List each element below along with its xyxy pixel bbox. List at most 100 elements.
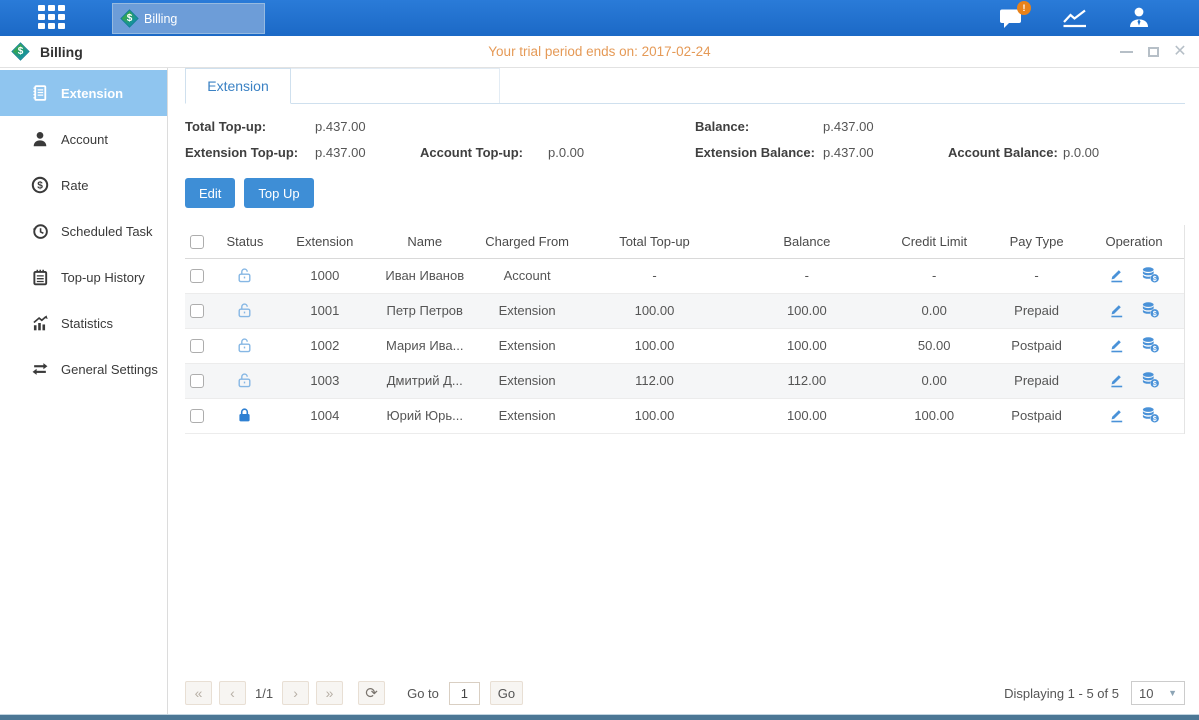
column-header-credit-limit[interactable]: Credit Limit (879, 225, 989, 258)
taskbar-right-icons: ! (997, 0, 1153, 36)
sidebar: Extension Account $ Rate (0, 68, 168, 714)
extension-topup-label: Extension Top-up: (185, 145, 315, 160)
cell-balance: 112.00 (734, 363, 879, 398)
main-content: Extension Total Top-up: p.437.00 Balance… (168, 68, 1199, 714)
column-header-name[interactable]: Name (370, 225, 480, 258)
go-button[interactable]: Go (490, 681, 523, 705)
cell-name: Мария Ива... (370, 328, 480, 363)
cell-pay-type: - (989, 258, 1084, 293)
extension-balance-value: p.437.00 (823, 145, 948, 160)
topup-row-icon[interactable]: $ (1141, 336, 1160, 356)
sidebar-item-account[interactable]: Account (0, 116, 167, 162)
edit-row-icon[interactable] (1108, 301, 1125, 321)
sidebar-item-topup-history[interactable]: Top-up History (0, 254, 167, 300)
edit-row-icon[interactable] (1108, 336, 1125, 356)
user-account-icon[interactable] (1125, 5, 1153, 31)
edit-row-icon[interactable] (1108, 406, 1125, 426)
account-balance-value: p.0.00 (1063, 145, 1185, 160)
edit-button[interactable]: Edit (185, 178, 235, 208)
select-all-checkbox[interactable] (190, 235, 204, 249)
column-header-pay-type[interactable]: Pay Type (989, 225, 1084, 258)
history-clock-icon (31, 222, 49, 240)
cell-total-topup: 112.00 (575, 363, 735, 398)
next-page-icon[interactable]: › (282, 681, 309, 705)
extension-topup-value: p.437.00 (315, 145, 420, 160)
cell-charged-from: Extension (480, 398, 575, 433)
row-checkbox[interactable] (190, 269, 204, 283)
svg-text:$: $ (1153, 310, 1157, 317)
topup-row-icon[interactable]: $ (1141, 266, 1160, 286)
sidebar-item-scheduled-task[interactable]: Scheduled Task (0, 208, 167, 254)
sidebar-item-label: Scheduled Task (61, 224, 153, 239)
taskbar-billing-tab[interactable]: $ Billing (112, 3, 265, 34)
column-header-extension[interactable]: Extension (280, 225, 370, 258)
table-row[interactable]: 1002 Мария Ива... Extension 100.00 100.0… (185, 328, 1184, 363)
maximize-icon[interactable] (1146, 45, 1160, 59)
topup-row-icon[interactable]: $ (1141, 301, 1160, 321)
growth-chart-icon (31, 314, 49, 332)
prev-page-icon[interactable]: ‹ (219, 681, 246, 705)
table-header-row: Status Extension Name Charged From Total… (185, 225, 1184, 258)
cell-pay-type: Prepaid (989, 293, 1084, 328)
column-header-total-topup[interactable]: Total Top-up (575, 225, 735, 258)
sidebar-item-statistics[interactable]: Statistics (0, 300, 167, 346)
first-page-icon[interactable]: « (185, 681, 212, 705)
topup-row-icon[interactable]: $ (1141, 406, 1160, 426)
notebook-icon (31, 268, 49, 286)
cell-extension: 1001 (280, 293, 370, 328)
last-page-icon[interactable]: » (316, 681, 343, 705)
transfer-arrows-icon (31, 360, 49, 378)
close-icon[interactable]: ✕ (1173, 45, 1187, 59)
select-all-header[interactable] (185, 225, 210, 258)
table-row[interactable]: 1001 Петр Петров Extension 100.00 100.00… (185, 293, 1184, 328)
column-header-operation[interactable]: Operation (1084, 225, 1184, 258)
topup-row-icon[interactable]: $ (1141, 371, 1160, 391)
window-title: Billing (40, 44, 83, 60)
cell-extension: 1004 (280, 398, 370, 433)
extension-balance-label: Extension Balance: (695, 145, 823, 160)
sidebar-item-rate[interactable]: $ Rate (0, 162, 167, 208)
cell-total-topup: 100.00 (575, 293, 735, 328)
row-checkbox[interactable] (190, 409, 204, 423)
topup-button[interactable]: Top Up (244, 178, 313, 208)
cell-charged-from: Account (480, 258, 575, 293)
dollar-circle-icon: $ (31, 176, 49, 194)
column-header-charged-from[interactable]: Charged From (480, 225, 575, 258)
tab-extension[interactable]: Extension (185, 68, 291, 104)
page-size-select[interactable]: 10 ▼ (1131, 681, 1185, 705)
edit-row-icon[interactable] (1108, 371, 1125, 391)
table-row[interactable]: 1000 Иван Иванов Account - - - - (185, 258, 1184, 293)
window-bottom-frame (0, 714, 1199, 720)
row-checkbox[interactable] (190, 304, 204, 318)
row-checkbox[interactable] (190, 339, 204, 353)
column-header-status[interactable]: Status (210, 225, 280, 258)
messages-icon[interactable]: ! (997, 5, 1025, 31)
goto-label: Go to (407, 686, 439, 701)
cell-pay-type: Postpaid (989, 328, 1084, 363)
edit-row-icon[interactable] (1108, 266, 1125, 286)
cell-total-topup: 100.00 (575, 398, 735, 433)
row-checkbox[interactable] (190, 374, 204, 388)
goto-page-input[interactable] (449, 682, 480, 705)
refresh-icon[interactable]: ⟳ (358, 681, 385, 705)
trial-notice: Your trial period ends on: 2017-02-24 (0, 44, 1199, 59)
tab-strip-filler (291, 68, 500, 103)
tab-bar: Extension (185, 68, 1185, 104)
sidebar-item-extension[interactable]: Extension (0, 70, 167, 116)
cell-pay-type: Postpaid (989, 398, 1084, 433)
minimize-icon[interactable] (1119, 45, 1133, 59)
table-row[interactable]: 1003 Дмитрий Д... Extension 112.00 112.0… (185, 363, 1184, 398)
statistics-monitor-icon[interactable] (1061, 5, 1089, 31)
sidebar-item-general-settings[interactable]: General Settings (0, 346, 167, 392)
column-header-balance[interactable]: Balance (734, 225, 879, 258)
extension-table: Status Extension Name Charged From Total… (185, 225, 1185, 434)
svg-text:$: $ (1153, 275, 1157, 282)
status-lock-icon (236, 337, 253, 352)
status-lock-icon (236, 372, 253, 387)
account-balance-label: Account Balance: (948, 145, 1063, 160)
cell-extension: 1002 (280, 328, 370, 363)
billing-app-window: $ Billing ! (0, 0, 1199, 720)
table-row[interactable]: 1004 Юрий Юрь... Extension 100.00 100.00… (185, 398, 1184, 433)
cell-total-topup: 100.00 (575, 328, 735, 363)
app-launcher-grid-icon[interactable] (38, 5, 67, 31)
